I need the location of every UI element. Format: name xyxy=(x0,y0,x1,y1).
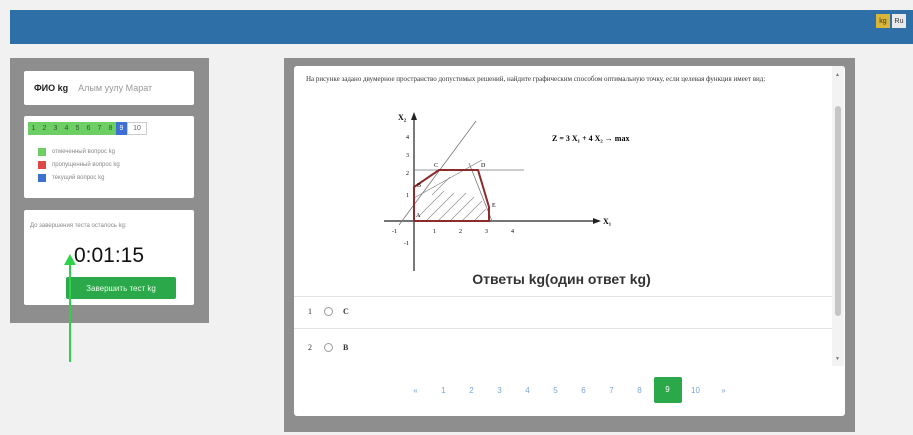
question-panel: На рисунке задано двумерное пространство… xyxy=(294,66,845,416)
pagination-page-4[interactable]: 4 xyxy=(514,386,542,395)
legend-skipped-label: пропущенный вопрос kg xyxy=(52,162,120,168)
objective-function: Z = 3 X₁ + 4 X₂ → max xyxy=(552,134,629,143)
answer-divider xyxy=(294,328,832,329)
language-ru-button[interactable]: Ru xyxy=(892,14,906,28)
pagination-page-9[interactable]: 9 xyxy=(653,377,682,403)
legend-answered: отмеченный вопрос kg xyxy=(38,148,115,156)
legend-current: текущий вопрос kg xyxy=(38,174,104,182)
top-navbar xyxy=(10,10,913,44)
answer-radio-2[interactable] xyxy=(324,342,333,352)
fio-label: ФИО kg xyxy=(34,83,69,93)
answer-number-1: 1 xyxy=(308,306,312,316)
question-navigator: 1 2 3 4 5 6 7 8 9 10 отмеченный вопрос k… xyxy=(24,116,194,198)
timer-label: До завершения теста осталось kg: xyxy=(30,223,127,229)
answers-divider xyxy=(294,296,832,297)
answer-option-1[interactable]: 1 C xyxy=(308,304,349,318)
question-number-3[interactable]: 3 xyxy=(50,122,61,135)
question-frame: На рисунке задано двумерное пространство… xyxy=(284,58,855,432)
question-number-7[interactable]: 7 xyxy=(94,122,105,135)
point-label-b: B xyxy=(417,183,421,189)
legend-blue-swatch xyxy=(38,174,46,182)
y-tick-neg1: -1 xyxy=(404,241,409,247)
fio-value: Алым уулу Марат xyxy=(78,83,153,93)
answer-radio-1[interactable] xyxy=(324,306,333,316)
finish-test-button[interactable]: Завершить тест kg xyxy=(66,277,176,299)
vertical-scrollbar[interactable]: ▲ ▼ xyxy=(832,66,844,366)
legend-current-label: текущий вопрос kg xyxy=(52,175,105,181)
x-axis-label: X₁ xyxy=(603,217,612,226)
question-number-2[interactable]: 2 xyxy=(39,122,50,135)
x-tick-3: 3 xyxy=(485,229,488,235)
timer-card: До завершения теста осталось kg: 0:01:15… xyxy=(24,210,194,305)
question-pagination: « 1 2 3 4 5 6 7 8 9 10 » xyxy=(294,377,845,403)
annotation-arrow-icon xyxy=(64,254,76,362)
pagination-page-10[interactable]: 10 xyxy=(682,386,710,395)
pagination-page-7[interactable]: 7 xyxy=(598,386,626,395)
sidebar: ФИО kg Алым уулу Марат 1 2 3 4 5 6 7 8 9… xyxy=(10,58,209,323)
legend-green-swatch xyxy=(38,148,46,156)
student-name-card: ФИО kg Алым уулу Марат xyxy=(24,71,194,105)
legend-skipped: пропущенный вопрос kg xyxy=(38,161,120,169)
pagination-page-8[interactable]: 8 xyxy=(626,386,654,395)
answer-text-2: B xyxy=(343,342,349,352)
timer-value: 0:01:15 xyxy=(73,244,145,267)
scrollbar-thumb[interactable] xyxy=(835,106,841,316)
question-number-4[interactable]: 4 xyxy=(61,122,72,135)
question-number-10[interactable]: 10 xyxy=(127,122,147,135)
y-tick-2: 2 xyxy=(406,171,409,177)
answer-option-2[interactable]: 2 B xyxy=(308,340,348,354)
legend-red-swatch xyxy=(38,161,46,169)
pagination-page-3[interactable]: 3 xyxy=(486,386,514,395)
answer-text-1: C xyxy=(343,306,349,316)
question-number-5[interactable]: 5 xyxy=(72,122,83,135)
x-tick-neg1: -1 xyxy=(392,229,397,235)
feasible-region-figure: X₂ X₁ -1 1 2 3 4 -1 1 2 3 4 A B C D E Z … xyxy=(314,103,779,271)
scroll-up-icon[interactable]: ▲ xyxy=(835,72,840,78)
question-number-6[interactable]: 6 xyxy=(83,122,94,135)
question-number-1[interactable]: 1 xyxy=(28,122,39,135)
x-tick-2: 2 xyxy=(459,229,462,235)
legend-answered-label: отмеченный вопрос kg xyxy=(52,149,116,155)
x-tick-1: 1 xyxy=(433,229,436,235)
pagination-page-2[interactable]: 2 xyxy=(458,386,486,395)
question-number-bar: 1 2 3 4 5 6 7 8 9 10 xyxy=(28,122,147,135)
language-ky-button[interactable]: kg xyxy=(876,14,890,28)
question-text: На рисунке задано двумерное пространство… xyxy=(306,75,766,83)
point-label-d: D xyxy=(481,163,486,169)
pagination-prev[interactable]: « xyxy=(402,386,430,395)
y-tick-3: 3 xyxy=(406,153,409,159)
pagination-page-1[interactable]: 1 xyxy=(430,386,458,395)
x-tick-4: 4 xyxy=(511,229,514,235)
point-label-e: E xyxy=(492,203,496,209)
pagination-page-6[interactable]: 6 xyxy=(570,386,598,395)
pagination-page-5[interactable]: 5 xyxy=(542,386,570,395)
answer-number-2: 2 xyxy=(308,342,312,352)
y-tick-1: 1 xyxy=(406,193,409,199)
question-number-8[interactable]: 8 xyxy=(105,122,116,135)
point-label-a: A xyxy=(416,213,421,219)
point-label-c: C xyxy=(434,163,438,169)
pagination-next[interactable]: » xyxy=(710,386,738,395)
answers-title: Ответы kg(один ответ kg) xyxy=(472,271,651,287)
y-tick-4: 4 xyxy=(406,135,409,141)
scroll-down-icon[interactable]: ▼ xyxy=(835,356,840,362)
question-number-9[interactable]: 9 xyxy=(116,122,127,135)
y-axis-label: X₂ xyxy=(398,113,407,122)
